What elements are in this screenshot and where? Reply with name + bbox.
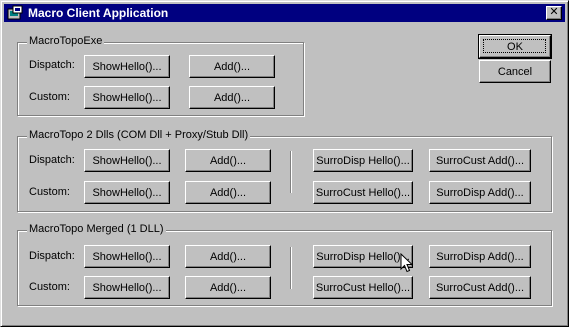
dlls-surrocust-add-button[interactable]: SurroCust Add()...: [429, 149, 531, 172]
dlls-custom-add-button[interactable]: Add()...: [185, 181, 271, 204]
group-label: MacroTopoExe: [27, 35, 105, 47]
button-label: ShowHello()...: [92, 186, 162, 199]
merged-surrodisp-hello-button[interactable]: SurroDisp Hello()...: [313, 245, 413, 268]
dialog-window: Macro Client Application ✕ OK Cancel Mac…: [0, 0, 569, 327]
button-label: Add()...: [209, 154, 247, 167]
ok-button[interactable]: OK: [478, 34, 552, 59]
mouse-pointer-icon: [400, 253, 414, 273]
button-label: ShowHello()...: [92, 154, 162, 167]
exe-dispatch-add-button[interactable]: Add()...: [189, 55, 275, 78]
button-label: Add()...: [213, 60, 251, 73]
button-label: SurroDisp Hello()...: [316, 250, 410, 263]
custom-label: Custom:: [29, 281, 70, 293]
exe-custom-add-button[interactable]: Add()...: [189, 86, 275, 109]
dlls-surrodisp-add-button[interactable]: SurroDisp Add()...: [429, 181, 531, 204]
merged-dispatch-showhello-button[interactable]: ShowHello()...: [84, 245, 170, 268]
merged-surrocust-hello-button[interactable]: SurroCust Hello()...: [313, 276, 413, 299]
close-icon: ✕: [549, 6, 559, 18]
merged-surrodisp-add-button[interactable]: SurroDisp Add()...: [429, 245, 531, 268]
group-label: MacroTopo 2 Dlls (COM Dll + Proxy/Stub D…: [27, 129, 251, 141]
button-label: Add()...: [209, 250, 247, 263]
dispatch-label: Dispatch:: [29, 59, 75, 71]
dlls-surrocust-hello-button[interactable]: SurroCust Hello()...: [313, 181, 413, 204]
dlls-dispatch-showhello-button[interactable]: ShowHello()...: [84, 149, 170, 172]
group-label: MacroTopo Merged (1 DLL): [27, 223, 166, 235]
exe-dispatch-showhello-button[interactable]: ShowHello()...: [84, 55, 170, 78]
custom-label: Custom:: [29, 91, 70, 103]
dispatch-label: Dispatch:: [29, 154, 75, 166]
dlls-surrodisp-hello-button[interactable]: SurroDisp Hello()...: [313, 149, 413, 172]
button-label: Add()...: [209, 186, 247, 199]
button-label: ShowHello()...: [92, 250, 162, 263]
separator: [290, 151, 292, 193]
button-label: SurroCust Add()...: [435, 281, 525, 294]
dlls-custom-showhello-button[interactable]: ShowHello()...: [84, 181, 170, 204]
app-icon: [7, 5, 23, 20]
merged-custom-showhello-button[interactable]: ShowHello()...: [84, 276, 170, 299]
custom-label: Custom:: [29, 186, 70, 198]
close-button[interactable]: ✕: [546, 6, 562, 20]
button-label: ShowHello()...: [92, 281, 162, 294]
dlls-dispatch-add-button[interactable]: Add()...: [185, 149, 271, 172]
merged-custom-add-button[interactable]: Add()...: [185, 276, 271, 299]
separator: [290, 247, 292, 289]
button-label: SurroCust Hello()...: [315, 281, 411, 294]
button-label: SurroDisp Add()...: [436, 250, 524, 263]
button-label: SurroDisp Add()...: [436, 186, 524, 199]
button-label: SurroDisp Hello()...: [316, 154, 410, 167]
button-label: Add()...: [209, 281, 247, 294]
button-label: ShowHello()...: [92, 60, 162, 73]
dispatch-label: Dispatch:: [29, 250, 75, 262]
button-label: SurroCust Hello()...: [315, 186, 411, 199]
cancel-button[interactable]: Cancel: [479, 60, 551, 83]
focus-rect: [483, 39, 546, 53]
title-bar[interactable]: Macro Client Application ✕: [4, 4, 565, 22]
button-label: Add()...: [213, 91, 251, 104]
cancel-label: Cancel: [497, 65, 533, 78]
exe-custom-showhello-button[interactable]: ShowHello()...: [84, 86, 170, 109]
window-title: Macro Client Application: [28, 6, 169, 20]
merged-dispatch-add-button[interactable]: Add()...: [185, 245, 271, 268]
button-label: ShowHello()...: [92, 91, 162, 104]
button-label: SurroCust Add()...: [435, 154, 525, 167]
merged-surrocust-add-button[interactable]: SurroCust Add()...: [429, 276, 531, 299]
